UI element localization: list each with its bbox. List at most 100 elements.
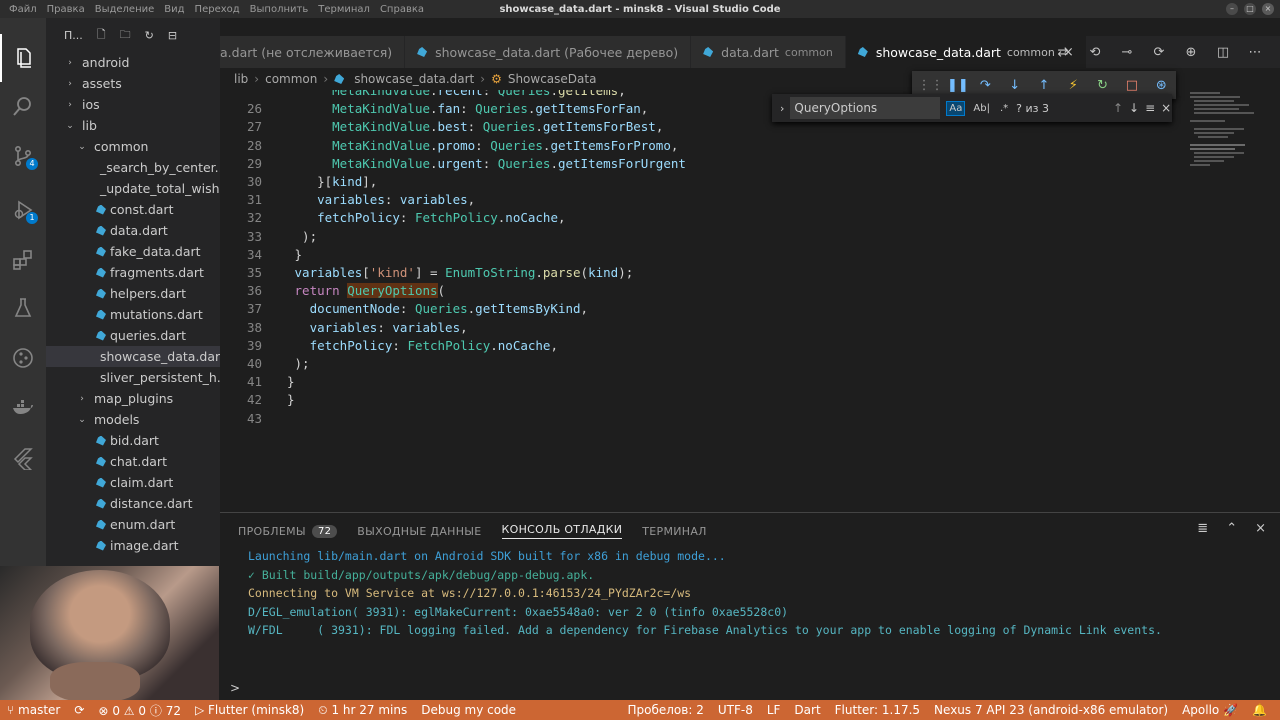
clear-console-icon[interactable]: ≣: [1197, 521, 1208, 536]
tree-file[interactable]: chat.dart: [46, 451, 220, 472]
source-control-icon[interactable]: 4: [0, 132, 46, 180]
tree-file[interactable]: _search_by_center....: [46, 157, 220, 178]
sync-icon[interactable]: ⟳: [67, 703, 91, 717]
next-match-icon[interactable]: ↓: [1129, 101, 1139, 115]
tree-file[interactable]: helpers.dart: [46, 283, 220, 304]
problems-status[interactable]: ⊗ 0 ⚠ 0 ⓘ 72: [91, 702, 188, 719]
indentation-status[interactable]: Пробелов: 2: [621, 703, 711, 717]
step-over-icon[interactable]: ↷: [976, 78, 994, 93]
menu-item[interactable]: Справка: [375, 4, 429, 15]
new-folder-icon[interactable]: 🗀: [120, 26, 131, 45]
flutter-icon[interactable]: [0, 434, 46, 482]
code-editor[interactable]: MetaKindValue.recent: Queries.getItems, 2…: [220, 90, 1186, 510]
debug-target-status[interactable]: ▷ Flutter (minsk8): [188, 703, 311, 717]
menu-item[interactable]: Правка: [42, 4, 90, 15]
menu-item[interactable]: Выполнить: [245, 4, 314, 15]
tree-file[interactable]: image.dart: [46, 535, 220, 556]
encoding-status[interactable]: UTF-8: [711, 703, 760, 717]
notifications-icon[interactable]: 🔔: [1245, 703, 1274, 717]
find-input[interactable]: QueryOptions: [790, 97, 941, 119]
close-window-icon[interactable]: ×: [1262, 3, 1274, 15]
drag-handle-icon[interactable]: ⋮⋮: [918, 78, 944, 93]
step-out-icon[interactable]: ↑: [1035, 78, 1053, 93]
step-into-icon[interactable]: ↓: [1006, 78, 1024, 93]
maximize-panel-icon[interactable]: ⌃: [1226, 521, 1237, 536]
editor-tab[interactable]: showcase_data.dart (Рабочее дерево): [405, 36, 692, 68]
tree-file[interactable]: claim.dart: [46, 472, 220, 493]
minimap[interactable]: [1186, 90, 1266, 190]
match-case-toggle[interactable]: Aa: [946, 100, 966, 116]
more-actions-icon[interactable]: ⋯: [1244, 45, 1266, 60]
tree-file[interactable]: data.dart: [46, 220, 220, 241]
tree-folder[interactable]: › map_plugins: [46, 388, 220, 409]
tree-file[interactable]: mutations.dart: [46, 304, 220, 325]
regex-toggle[interactable]: .*: [998, 102, 1010, 115]
testing-icon[interactable]: [0, 284, 46, 332]
tree-folder[interactable]: ⌄ common: [46, 136, 220, 157]
open-changes-icon[interactable]: ⊕: [1180, 45, 1202, 60]
tree-folder[interactable]: › ios: [46, 94, 220, 115]
apollo-status[interactable]: Apollo 🚀: [1175, 703, 1245, 717]
tree-file[interactable]: enum.dart: [46, 514, 220, 535]
git-graph-icon[interactable]: [0, 334, 46, 382]
maximize-icon[interactable]: □: [1244, 3, 1256, 15]
menu-item[interactable]: Выделение: [90, 4, 160, 15]
timer-status[interactable]: ⏲ 1 hr 27 mins: [311, 703, 414, 718]
compare-icon[interactable]: ⇄: [1052, 45, 1074, 60]
tree-folder[interactable]: ⌄ lib: [46, 115, 220, 136]
new-file-icon[interactable]: 🗋: [97, 26, 106, 45]
language-status[interactable]: Dart: [787, 703, 827, 717]
match-word-toggle[interactable]: Ab|: [971, 102, 992, 115]
menu-item[interactable]: Терминал: [313, 4, 375, 15]
device-status[interactable]: Nexus 7 API 23 (android-x86 emulator): [927, 703, 1175, 717]
close-panel-icon[interactable]: ×: [1255, 521, 1266, 536]
hot-reload-icon[interactable]: ⚡: [1064, 78, 1082, 93]
branch-status[interactable]: ⑂ master: [0, 703, 67, 717]
extensions-icon[interactable]: [0, 236, 46, 284]
panel-tab[interactable]: ТЕРМИНАЛ: [642, 525, 707, 538]
toggle-replace-icon[interactable]: ›: [780, 102, 784, 115]
split-editor-icon[interactable]: ◫: [1212, 45, 1234, 60]
close-find-icon[interactable]: ×: [1161, 101, 1171, 115]
restart-icon[interactable]: ↻: [1094, 78, 1112, 93]
editor-tab[interactable]: a.dart (не отслеживается): [220, 36, 406, 68]
panel-tab[interactable]: КОНСОЛЬ ОТЛАДКИ: [501, 523, 623, 539]
breadcrumb-lib[interactable]: lib: [234, 72, 248, 86]
tree-file[interactable]: fragments.dart: [46, 262, 220, 283]
tree-file[interactable]: bid.dart: [46, 430, 220, 451]
tree-file[interactable]: _update_total_wish...: [46, 178, 220, 199]
prev-change-icon[interactable]: ⊸: [1116, 45, 1138, 60]
flutter-version-status[interactable]: Flutter: 1.17.5: [828, 703, 927, 717]
editor-tab[interactable]: data.dart common: [691, 36, 846, 68]
tree-file[interactable]: queries.dart: [46, 325, 220, 346]
console-prompt[interactable]: >: [230, 681, 240, 695]
explorer-icon[interactable]: [0, 34, 46, 82]
eol-status[interactable]: LF: [760, 703, 788, 717]
minimize-icon[interactable]: –: [1226, 3, 1238, 15]
search-icon[interactable]: [0, 82, 46, 130]
docker-icon[interactable]: [0, 384, 46, 432]
prev-match-icon[interactable]: ↑: [1113, 101, 1123, 115]
find-in-selection-icon[interactable]: ≡: [1145, 101, 1155, 115]
panel-tab[interactable]: ПРОБЛЕМЫ 72: [238, 524, 338, 538]
tree-folder[interactable]: › assets: [46, 73, 220, 94]
tree-folder[interactable]: ⌄ models: [46, 409, 220, 430]
go-back-icon[interactable]: ⟲: [1084, 45, 1106, 60]
menu-item[interactable]: Файл: [4, 4, 42, 15]
tree-file[interactable]: fake_data.dart: [46, 241, 220, 262]
breadcrumb-common[interactable]: common: [265, 72, 317, 86]
vertical-scrollbar[interactable]: [1268, 90, 1280, 510]
editor-tab[interactable]: showcase_data.dart common ×: [845, 36, 1087, 68]
breadcrumb-symbol[interactable]: ShowcaseData: [508, 72, 597, 86]
panel-tab[interactable]: ВЫХОДНЫЕ ДАННЫЕ: [357, 525, 481, 538]
breadcrumb-file[interactable]: showcase_data.dart: [354, 72, 474, 86]
refresh-icon[interactable]: ↻: [145, 29, 154, 42]
collapse-all-icon[interactable]: ⊟: [168, 29, 177, 42]
inspect-widget-icon[interactable]: ⊛: [1152, 78, 1170, 93]
menu-item[interactable]: Переход: [190, 4, 245, 15]
tree-folder[interactable]: › android: [46, 52, 220, 73]
debug-mode-status[interactable]: Debug my code: [414, 703, 523, 717]
pause-icon[interactable]: ❚❚: [947, 78, 969, 93]
stop-icon[interactable]: □: [1123, 78, 1141, 93]
menu-item[interactable]: Вид: [159, 4, 189, 15]
